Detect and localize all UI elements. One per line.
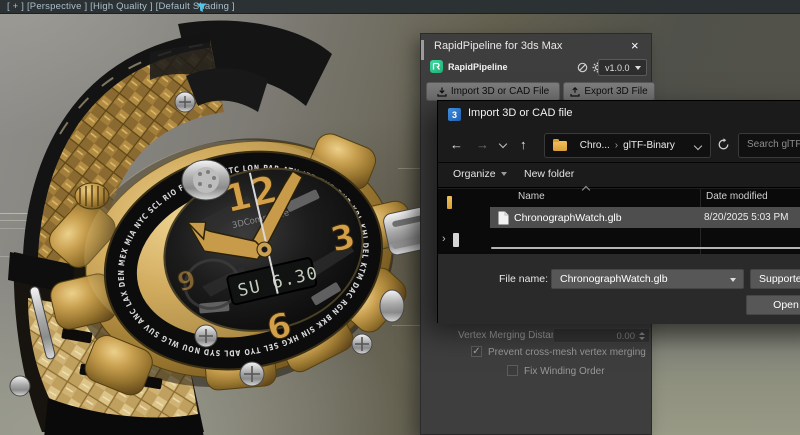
screenshot-root: UTC LON PAR ATH JED THR DXB KBL KHI DEL … [0, 0, 800, 435]
address-bar[interactable]: Chro... › glTF-Binary [544, 133, 711, 158]
upload-tray-icon [570, 87, 580, 97]
scrollbar-sliver[interactable] [421, 40, 424, 60]
import-file-dialog: 3 Import 3D or CAD file ← → ↑ Chro... › … [437, 100, 800, 323]
chevron-down-icon [635, 66, 641, 70]
column-header-date-modified[interactable]: Date modified [706, 191, 768, 202]
organize-menu[interactable]: Organize [453, 168, 507, 180]
version-dropdown[interactable]: v1.0.0 [598, 59, 647, 76]
dialog-navbar: ← → ↑ Chro... › glTF-Binary Search glTF-… [438, 128, 800, 163]
breadcrumb-current[interactable]: glTF-Binary [623, 140, 675, 151]
disable-icon[interactable] [577, 62, 588, 73]
open-button[interactable]: Open [746, 295, 800, 315]
navpane-folder-sliver-icon[interactable] [447, 196, 452, 209]
recent-locations-chevron-icon[interactable] [499, 140, 507, 148]
forward-icon[interactable]: → [476, 137, 489, 152]
vertex-merging-label: Vertex Merging Distance [447, 330, 567, 341]
rapidpipeline-logo-icon [430, 60, 443, 73]
close-icon[interactable]: × [631, 38, 639, 53]
new-folder-button[interactable]: New folder [524, 168, 574, 180]
prevent-cross-mesh-label: Prevent cross-mesh vertex merging [488, 347, 646, 358]
3dsmax-app-icon: 3 [448, 108, 461, 121]
column-header-name[interactable]: Name [518, 191, 545, 202]
dialog-toolbar: Organize New folder [438, 163, 800, 188]
vertex-merging-value: 0.00 [617, 331, 636, 342]
breadcrumb-parent[interactable]: Chro... [580, 140, 610, 151]
folder-icon [553, 141, 567, 151]
file-type-value: Supported Forma [759, 273, 800, 285]
file-document-icon [498, 211, 509, 225]
breadcrumb-separator-icon: › [615, 140, 618, 151]
horizontal-scrollbar[interactable] [491, 247, 800, 249]
file-date-modified: 8/20/2025 5:03 PM [704, 212, 789, 223]
navpane-folder-sliver-icon[interactable] [453, 233, 459, 247]
file-name-combobox[interactable]: ChronographWatch.glb [551, 269, 744, 289]
rapidpipeline-window-title: RapidPipeline for 3ds Max [434, 40, 562, 52]
fix-winding-order-label: Fix Winding Order [524, 366, 605, 377]
chevron-down-icon [501, 172, 507, 176]
version-value: v1.0.0 [605, 63, 630, 73]
file-row-selected[interactable]: ChronographWatch.glb 8/20/2025 5:03 PM [490, 207, 800, 228]
address-dropdown-chevron-icon[interactable] [694, 142, 702, 150]
rapidpipeline-brand-label: RapidPipeline [448, 62, 508, 72]
filter-funnel-icon[interactable] [196, 3, 207, 13]
export-3d-label: Export 3D File [584, 86, 647, 97]
up-icon[interactable]: ↑ [520, 137, 527, 152]
spinner-up-icon[interactable] [639, 332, 645, 335]
import-3d-button[interactable]: Import 3D or CAD File [426, 82, 560, 101]
back-icon[interactable]: ← [450, 137, 463, 152]
viewport-floor [650, 316, 800, 435]
chevron-down-icon [730, 278, 736, 282]
spinner-down-icon[interactable] [639, 337, 645, 340]
refresh-icon[interactable] [717, 138, 730, 151]
import-3d-label: Import 3D or CAD File [451, 86, 549, 97]
file-type-dropdown[interactable]: Supported Forma [750, 269, 800, 289]
watch-3d-model[interactable]: UTC LON PAR ATH JED THR DXB KBL KHI DEL … [0, 14, 440, 435]
check-icon: ✓ [472, 347, 480, 356]
dialog-bottom-panel: File name: ChronographWatch.glb Supporte… [438, 254, 800, 324]
vertex-merging-spinner[interactable]: 0.00 [553, 328, 650, 343]
new-folder-label: New folder [524, 168, 574, 180]
prevent-cross-mesh-checkbox[interactable]: ✓ [471, 346, 482, 357]
fix-winding-order-checkbox[interactable] [507, 365, 518, 376]
file-name-label: File name: [488, 273, 548, 285]
search-input[interactable]: Search glTF-Bin [738, 133, 800, 158]
navpane-expand-chevron-icon[interactable]: › [442, 233, 446, 245]
download-tray-icon [437, 87, 447, 97]
dialog-title: Import 3D or CAD file [468, 107, 573, 119]
export-3d-button[interactable]: Export 3D File [563, 82, 655, 101]
search-placeholder: Search glTF-Bin [747, 139, 800, 150]
organize-label: Organize [453, 168, 496, 180]
file-name-value: ChronographWatch.glb [560, 273, 668, 285]
file-name: ChronographWatch.glb [514, 212, 622, 224]
breadcrumb-separator [572, 140, 575, 151]
